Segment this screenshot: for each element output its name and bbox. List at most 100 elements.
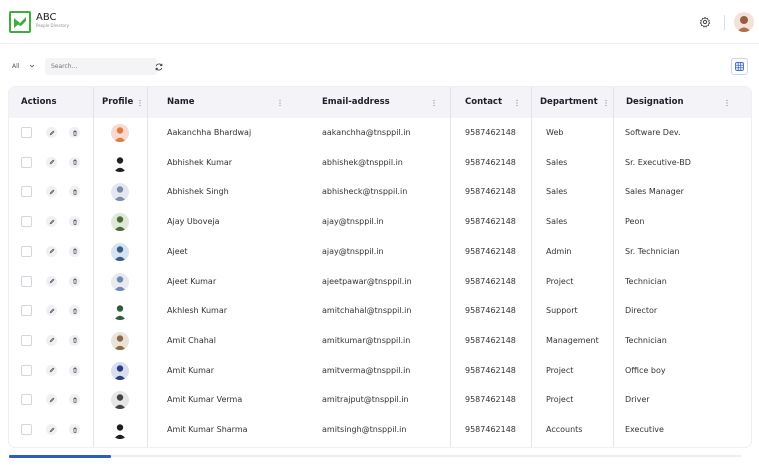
column-contact[interactable]: Contact [465,87,502,118]
row-checkbox[interactable] [21,364,32,376]
edit-button[interactable] [46,275,57,287]
row-checkbox[interactable] [21,156,32,168]
row-checkbox[interactable] [21,305,32,317]
delete-button[interactable] [69,424,80,435]
edit-icon [49,367,54,373]
row-checkbox[interactable] [21,245,32,257]
table-row[interactable]: Amit Kumar Sharma amitsingh@tnsppil.in 958… [9,415,751,445]
profile-avatar[interactable] [111,153,129,172]
profile-avatar[interactable] [111,302,129,321]
table-row[interactable]: Amit Kumar Verma amitrajput@tnsppil.in 958… [9,385,751,415]
edit-button[interactable] [46,216,57,228]
column-email[interactable]: Email-address [322,87,390,118]
header-divider [724,15,725,30]
name-cell: Akhlesh Kumar [167,306,228,316]
contact-cell: 9587462148 [465,157,516,167]
scrollbar-thumb[interactable] [9,455,111,458]
table-row[interactable]: Amit Kumar amitverma@tnsppil.in 9587462148… [9,356,751,386]
row-checkbox[interactable] [21,424,32,435]
column-name[interactable]: Name [167,87,194,118]
table-row[interactable]: Akhlesh Kumar amitchahal@tnsppil.in 958746… [9,296,751,326]
grid-view-button[interactable] [731,58,748,75]
delete-button[interactable] [69,156,80,168]
profile-avatar[interactable] [111,361,129,380]
edit-button[interactable] [46,127,57,138]
delete-button[interactable] [69,305,80,317]
profile-avatar[interactable] [111,421,129,439]
filter-select[interactable]: All [9,58,42,75]
profile-avatar[interactable] [111,183,129,202]
edit-icon [49,308,54,313]
designation-cell: Software Dev. [625,128,681,137]
table-row[interactable]: Ajay Uboveja ajay@tnsppil.in 9587462148 Sal… [9,207,751,237]
refresh-icon[interactable] [154,62,164,72]
delete-button[interactable] [69,216,80,228]
name-cell: Aakanchha Bhardwaj [167,128,252,137]
user-avatar-icon [111,242,129,261]
column-menu-icon[interactable] [279,99,281,107]
column-menu-icon[interactable] [726,99,728,107]
row-checkbox[interactable] [21,334,32,346]
search-input[interactable] [45,58,157,75]
gear-icon[interactable] [699,16,711,28]
designation-cell: Director [625,306,658,316]
delete-button[interactable] [69,334,80,346]
delete-button[interactable] [69,275,80,287]
user-avatar-icon [111,153,129,172]
table-row[interactable]: Ajeet Kumar ajeetpawar@tnsppil.in 95874621… [9,267,751,297]
row-checkbox[interactable] [21,186,32,198]
profile-avatar[interactable] [111,242,129,261]
app-logo[interactable] [9,11,31,33]
department-cell: Support [546,306,578,316]
department-cell: Project [546,276,574,286]
table-row[interactable]: Abhishek Kumar abhishek@tnsppil.in 9587462… [9,148,751,178]
column-actions: Actions [21,97,57,107]
department-cell: Sales [546,187,568,197]
profile-avatar[interactable] [111,272,129,291]
delete-icon [72,308,77,314]
delete-button[interactable] [69,186,80,198]
row-checkbox[interactable] [21,394,32,406]
column-designation[interactable]: Designation [626,87,684,118]
email-cell: ajeetpawar@tnsppil.in [322,276,412,286]
edit-button[interactable] [46,156,57,168]
table-row[interactable]: Aakanchha Bhardwaj aakanchha@tnsppil.in 95… [9,118,751,148]
delete-button[interactable] [69,245,80,257]
column-menu-icon[interactable] [605,99,607,107]
table-row[interactable]: Ajeet ajay@tnsppil.in 9587462148 Admin Sr. T… [9,237,751,267]
edit-button[interactable] [46,305,57,317]
edit-button[interactable] [46,424,57,435]
email-cell: abhisheck@tnsppil.in [322,187,408,197]
edit-button[interactable] [46,394,57,406]
column-menu-icon[interactable] [516,99,518,107]
edit-button[interactable] [46,186,57,198]
user-avatar-icon [111,272,129,291]
profile-avatar[interactable] [111,391,129,410]
delete-button[interactable] [69,394,80,406]
profile-avatar[interactable] [111,331,129,350]
user-avatar-icon [111,183,129,202]
row-checkbox[interactable] [21,275,32,287]
column-department[interactable]: Department [540,87,598,118]
row-checkbox[interactable] [21,216,32,228]
email-cell: aakanchha@tnsppil.in [322,128,411,137]
edit-button[interactable] [46,364,57,376]
edit-icon [49,219,54,224]
avatar[interactable] [734,12,754,32]
department-cell: Sales [546,217,568,227]
table-row[interactable]: Abhishek Singh abhisheck@tnsppil.in 958746… [9,177,751,207]
delete-icon [72,248,77,255]
delete-button[interactable] [69,127,80,138]
table-row[interactable]: Amit Chahal amitkumar@tnsppil.in 958746214… [9,326,751,356]
delete-button[interactable] [69,364,80,376]
horizontal-scrollbar[interactable] [9,455,741,457]
name-cell: Amit Kumar Sharma [167,425,248,434]
profile-avatar[interactable] [111,213,129,232]
edit-button[interactable] [46,245,57,257]
edit-button[interactable] [46,334,57,346]
column-profile[interactable]: Profile [102,87,133,118]
row-checkbox[interactable] [21,127,32,138]
profile-avatar[interactable] [111,124,129,142]
column-menu-icon[interactable] [433,99,435,107]
column-menu-icon[interactable] [139,99,141,107]
